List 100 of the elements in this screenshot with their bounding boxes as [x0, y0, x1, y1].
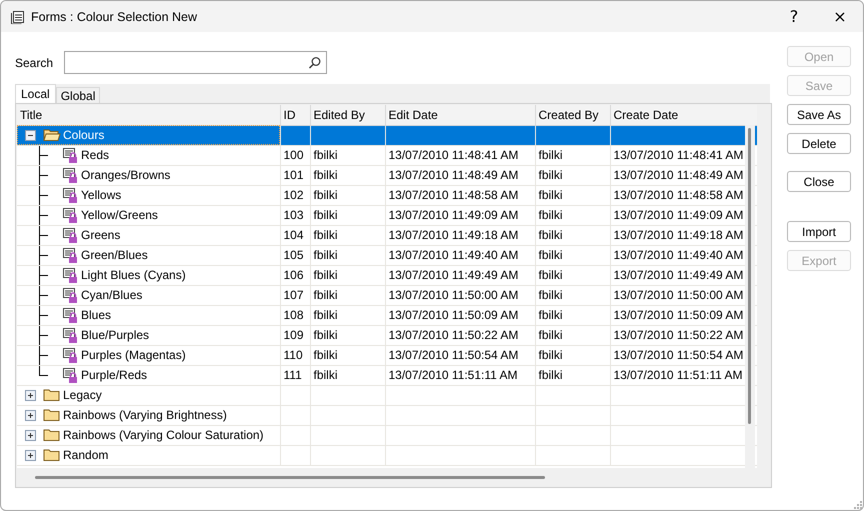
- column-header[interactable]: Created By: [535, 105, 610, 125]
- table-cell: 13/07/2010 11:48:41 AM: [614, 148, 744, 162]
- table-cell: 13/07/2010 11:49:49 AM: [614, 268, 744, 282]
- tab[interactable]: Local: [15, 84, 56, 103]
- dialog-button[interactable]: Close: [787, 171, 851, 192]
- folder-icon: [43, 388, 61, 402]
- table-cell: 105: [284, 248, 304, 262]
- table-cell: 107: [284, 288, 304, 302]
- tree-line: [39, 226, 48, 244]
- table-cell: fbilki: [314, 268, 338, 282]
- dialog-button[interactable]: Save As: [787, 104, 851, 125]
- locked-form-icon: [61, 226, 79, 244]
- table-cell: fbilki: [538, 228, 563, 242]
- locked-form-icon: [61, 286, 79, 304]
- table-cell: 109: [284, 328, 304, 342]
- locked-form-icon: [61, 146, 79, 164]
- table-cell: 13/07/2010 11:51:11 AM: [388, 368, 518, 382]
- table-cell: 103: [284, 208, 304, 222]
- table-cell: 13/07/2010 11:50:54 AM: [388, 348, 518, 362]
- table-cell: 101: [284, 168, 304, 182]
- table-cell: 106: [284, 268, 304, 282]
- tree-line: [39, 326, 48, 344]
- tree-line: [39, 286, 48, 304]
- locked-form-icon: [61, 166, 79, 184]
- tree-line: [39, 146, 48, 164]
- table-cell: fbilki: [314, 248, 338, 262]
- table-cell: 13/07/2010 11:49:18 AM: [614, 228, 744, 242]
- tree-item-label[interactable]: Cyan/Blues: [81, 288, 142, 302]
- table-cell: 102: [284, 188, 304, 202]
- locked-form-icon: [61, 246, 79, 264]
- tree-item-label[interactable]: Purples (Magentas): [81, 348, 186, 362]
- table-cell: 110: [284, 348, 303, 362]
- tree-item-label[interactable]: Greens: [81, 228, 120, 242]
- table-cell: fbilki: [538, 168, 563, 182]
- search-label: Search: [15, 56, 54, 70]
- folder-icon: [43, 448, 61, 462]
- tree-line: [39, 246, 48, 264]
- tree-item-label[interactable]: Blues: [81, 308, 112, 322]
- tree-item-label[interactable]: Reds: [81, 148, 110, 162]
- column-header[interactable]: Title: [17, 105, 280, 125]
- tree-item-label[interactable]: Yellows: [81, 188, 122, 202]
- table-cell: 100: [284, 148, 304, 162]
- search-icon: [308, 56, 322, 70]
- table-cell: fbilki: [314, 288, 338, 302]
- forms-icon: [10, 10, 25, 24]
- tree-line: [39, 166, 48, 184]
- dialog-button[interactable]: Import: [787, 221, 851, 242]
- column-header[interactable]: Edited By: [310, 105, 385, 125]
- table-cell: 13/07/2010 11:50:22 AM: [614, 328, 744, 342]
- table-cell: 13/07/2010 11:50:54 AM: [614, 348, 744, 362]
- close-button[interactable]: ×: [817, 1, 863, 32]
- tree-line: [39, 186, 48, 204]
- tree-item-label[interactable]: Colours: [63, 128, 104, 142]
- tree-item-label[interactable]: Legacy: [63, 388, 102, 402]
- table-cell: 13/07/2010 11:48:49 AM: [614, 168, 744, 182]
- table-cell: fbilki: [314, 208, 338, 222]
- table-cell: fbilki: [314, 168, 338, 182]
- table-cell: fbilki: [314, 348, 338, 362]
- column-header[interactable]: Edit Date: [385, 105, 535, 125]
- tree-item-label[interactable]: Rainbows (Varying Brightness): [63, 408, 227, 422]
- table-cell: 104: [284, 228, 304, 242]
- table-cell: fbilki: [314, 328, 338, 342]
- tree-item-label[interactable]: Rainbows (Varying Colour Saturation): [63, 428, 264, 442]
- table-cell: 13/07/2010 11:48:58 AM: [388, 188, 518, 202]
- tree-item-label[interactable]: Random: [63, 448, 108, 462]
- column-header[interactable]: Create Date: [610, 105, 757, 125]
- table-cell: fbilki: [538, 268, 563, 282]
- tree-line: [39, 306, 48, 324]
- tree-item-label[interactable]: Green/Blues: [81, 248, 148, 262]
- table-cell: fbilki: [538, 208, 563, 222]
- table-cell: 13/07/2010 11:50:00 AM: [614, 288, 744, 302]
- locked-form-icon: [61, 266, 79, 284]
- table-cell: 108: [284, 308, 304, 322]
- table-cell: fbilki: [538, 328, 563, 342]
- table-cell: fbilki: [314, 308, 338, 322]
- tree-item-label[interactable]: Oranges/Browns: [81, 168, 170, 182]
- table-cell: fbilki: [538, 288, 563, 302]
- window-title: Forms : Colour Selection New: [31, 10, 198, 24]
- table-cell: fbilki: [538, 368, 563, 382]
- table-cell: fbilki: [538, 248, 563, 262]
- dialog-button[interactable]: Delete: [787, 133, 851, 154]
- tree-item-label[interactable]: Yellow/Greens: [81, 208, 158, 222]
- locked-form-icon: [61, 326, 79, 344]
- tree-item-label[interactable]: Purple/Reds: [81, 368, 148, 382]
- locked-form-icon: [61, 186, 79, 204]
- tree-item-label[interactable]: Blue/Purples: [81, 328, 150, 342]
- locked-form-icon: [61, 306, 79, 324]
- column-header[interactable]: ID: [280, 105, 310, 125]
- table-cell: 13/07/2010 11:48:49 AM: [388, 168, 518, 182]
- locked-form-icon: [61, 346, 79, 364]
- search-field[interactable]: [64, 51, 327, 74]
- table-cell: 13/07/2010 11:48:58 AM: [614, 188, 744, 202]
- tree-line: [39, 206, 48, 224]
- folder-icon: [43, 408, 61, 422]
- help-button[interactable]: ?: [771, 1, 817, 32]
- tab[interactable]: Global: [56, 87, 100, 103]
- folder-icon: [43, 428, 61, 442]
- table-cell: fbilki: [538, 188, 563, 202]
- table-cell: 13/07/2010 11:48:41 AM: [388, 148, 518, 162]
- tree-item-label[interactable]: Light Blues (Cyans): [81, 268, 186, 282]
